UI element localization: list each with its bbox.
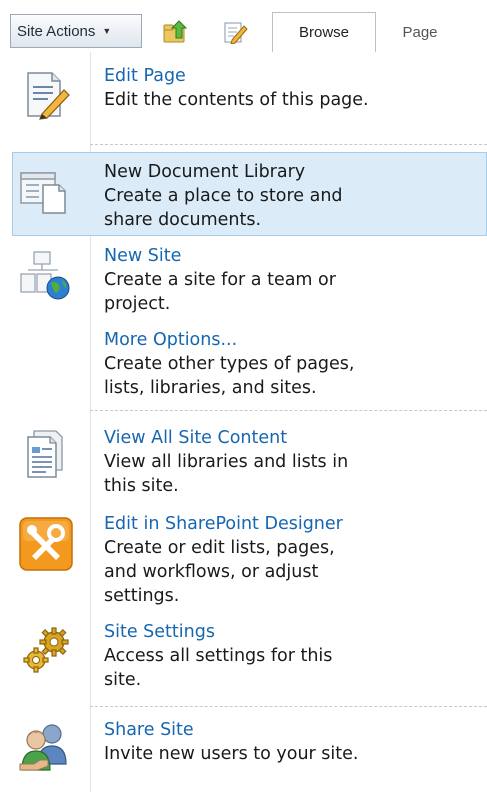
menu-item-text: More Options... Create other types of pa…: [104, 328, 481, 400]
menu-item-view-all-site-content[interactable]: View All Site Content View all libraries…: [12, 426, 487, 502]
menu-item-text: New Site Create a site for a team or pro…: [104, 244, 481, 316]
document-library-icon: [20, 172, 66, 214]
chevron-down-icon: ▼: [102, 26, 112, 36]
menu-item-text: View All Site Content View all libraries…: [104, 426, 481, 498]
menu-item-text: Edit in SharePoint Designer Create or ed…: [104, 512, 481, 608]
menu-item-edit-in-sharepoint-designer[interactable]: Edit in SharePoint Designer Create or ed…: [12, 512, 487, 612]
menu-item-text: Share Site Invite new users to your site…: [104, 718, 481, 766]
edit-icon[interactable]: [222, 20, 248, 44]
navigate-up-icon[interactable]: [162, 20, 188, 44]
tab-browse[interactable]: Browse: [272, 12, 376, 52]
menu-item-description: Create or edit lists, pages, and workflo…: [104, 538, 335, 606]
edit-page-icon: [27, 72, 70, 120]
tab-page-label: Page: [402, 23, 438, 41]
site-actions-menu: Edit Page Edit the contents of this page…: [12, 52, 487, 792]
menu-item-title: New Document Library: [104, 162, 306, 182]
site-actions-button[interactable]: Site Actions ▼: [10, 14, 142, 48]
menu-item-title: View All Site Content: [104, 428, 288, 448]
menu-item-new-site[interactable]: New Site Create a site for a team or pro…: [12, 244, 487, 320]
menu-item-description: Create a site for a team or project.: [104, 270, 336, 314]
tab-browse-label: Browse: [298, 24, 350, 41]
site-content-icon: [27, 430, 63, 478]
gears-icon: [23, 627, 69, 673]
menu-item-new-document-library[interactable]: New Document Library Create a place to s…: [12, 152, 487, 236]
menu-item-text: New Document Library Create a place to s…: [104, 160, 480, 232]
menu-item-title: More Options...: [104, 330, 238, 350]
menu-item-more-options[interactable]: More Options... Create other types of pa…: [12, 328, 487, 404]
new-site-icon: [20, 251, 70, 300]
menu-item-text: Edit Page Edit the contents of this page…: [104, 64, 481, 112]
menu-item-description: Invite new users to your site.: [104, 744, 359, 764]
menu-item-description: View all libraries and lists in this sit…: [104, 452, 349, 496]
menu-separator: [90, 706, 487, 707]
menu-item-description: Edit the contents of this page.: [104, 90, 369, 110]
menu-item-description: Create a place to store and share docume…: [104, 186, 343, 230]
share-people-icon: [19, 724, 67, 771]
menu-item-title: Site Settings: [104, 622, 215, 642]
sharepoint-designer-icon: [19, 517, 73, 571]
menu-item-site-settings[interactable]: Site Settings Access all settings for th…: [12, 620, 487, 700]
menu-item-title: Edit in SharePoint Designer: [104, 514, 343, 534]
menu-separator: [90, 410, 487, 411]
menu-item-text: Site Settings Access all settings for th…: [104, 620, 481, 692]
menu-item-title: Edit Page: [104, 66, 186, 86]
menu-item-description: Create other types of pages, lists, libr…: [104, 354, 355, 398]
menu-item-title: New Site: [104, 246, 182, 266]
menu-item-share-site[interactable]: Share Site Invite new users to your site…: [12, 718, 487, 788]
menu-separator: [90, 144, 487, 145]
ribbon: Site Actions ▼ Browse Page: [0, 0, 487, 52]
menu-item-title: Share Site: [104, 720, 194, 740]
menu-item-description: Access all settings for this site.: [104, 646, 333, 690]
menu-item-edit-page[interactable]: Edit Page Edit the contents of this page…: [12, 64, 487, 144]
tab-page[interactable]: Page: [380, 12, 460, 52]
site-actions-label: Site Actions: [17, 22, 96, 40]
